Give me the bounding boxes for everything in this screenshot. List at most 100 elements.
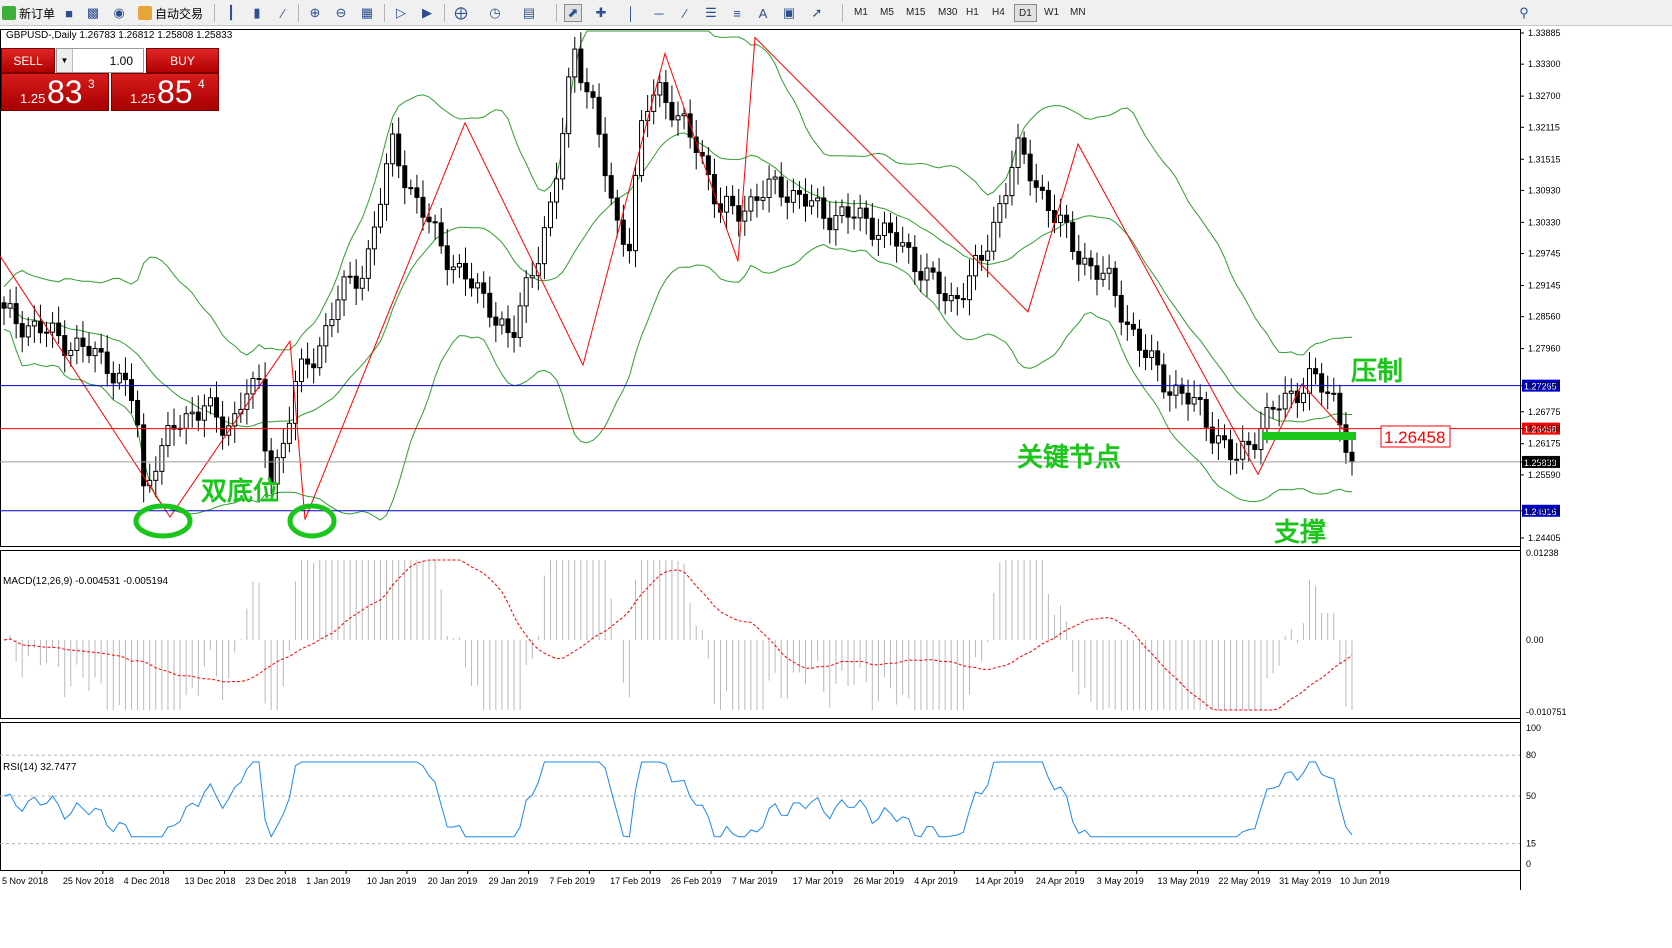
toolbar-separator [556,4,557,22]
timeframe-m5[interactable]: M5 [876,4,898,22]
candle-body [487,292,493,318]
trendline-icon[interactable]: ∕ [676,4,694,22]
auto-trading-button[interactable]: 自动交易 [138,3,203,23]
lot-size-field[interactable]: ▼ [56,48,144,73]
candle-body [13,303,19,325]
candle-body [724,195,730,213]
candle-body [1033,180,1039,188]
timeframe-h1[interactable]: H1 [962,4,983,22]
candle-body [754,196,760,201]
candle-body [930,267,936,273]
candle-body [1143,349,1149,359]
vertical-line-icon[interactable]: │ [622,4,640,22]
candle-body [821,197,827,219]
candle-body [1064,214,1070,223]
candle-body [1221,435,1227,441]
date-tick-label: 13 Dec 2018 [184,876,235,886]
folder-icon[interactable]: ■ [60,4,78,22]
candle-body [98,348,104,353]
candle-body [189,411,195,415]
candle-body [1094,265,1100,280]
toolbar-separator [298,4,299,22]
zoom-in-icon[interactable]: ⊕ [306,4,324,22]
timeframe-d1[interactable]: D1 [1014,4,1037,22]
bar-chart-icon[interactable]: ┃ [222,4,240,22]
timeframe-mn[interactable]: MN [1066,4,1090,22]
candle-body [347,275,353,278]
candle-body [1300,392,1306,404]
search-icon[interactable]: ⚲ [1515,4,1533,22]
macd-axis-label: -0.010751 [1526,707,1567,717]
new-order-icon [2,6,16,20]
price-chart[interactable]: 1.272651.264581.258331.24916 1.26458双底位压… [0,26,1672,948]
arrows-icon[interactable]: ➚ [808,4,826,22]
timeframe-m30[interactable]: M30 [934,4,961,22]
sell-price[interactable]: 1.25 83 3 [1,73,109,111]
date-tick-label: 10 Jan 2019 [367,876,417,886]
cursor-icon[interactable]: ⬈ [564,4,582,22]
lot-input[interactable] [73,53,133,68]
candle-body [469,278,475,289]
candle-body [845,206,851,218]
candle-body [766,178,772,199]
price-tick-label: 1.28560 [1528,312,1561,322]
channel-icon[interactable]: ☰ [702,4,720,22]
new-order-button[interactable]: 新订单 [2,3,55,23]
candle-body [1149,350,1155,359]
candle-body [1228,439,1234,460]
chart-shift-icon[interactable]: ▶ [418,4,436,22]
line-chart-icon[interactable]: ∕ [274,4,292,22]
candle-body [31,320,37,327]
toolbar-separator [842,4,843,22]
candle-body [432,221,438,224]
date-tick-label: 26 Mar 2019 [853,876,904,886]
timeframe-m15[interactable]: M15 [902,4,929,22]
crosshair-icon[interactable]: ✚ [592,4,610,22]
date-tick-label: 23 Dec 2018 [245,876,296,886]
navigator-icon[interactable]: ▩ [84,4,102,22]
toolbar-separator [444,4,445,22]
sell-button[interactable]: SELL [1,48,55,73]
candle-body [86,345,92,357]
buy-button[interactable]: BUY [146,48,219,73]
candle-body [44,331,50,334]
candle-body [1349,451,1355,463]
fibonacci-icon[interactable]: ≡ [728,4,746,22]
candle-body [869,217,875,240]
template-icon[interactable]: ▤ [520,4,538,22]
auto-scroll-icon[interactable]: ▷ [392,4,410,22]
timeframe-w1[interactable]: W1 [1040,4,1063,22]
candle-body [450,266,456,271]
horizontal-line-icon[interactable]: ─ [650,4,668,22]
candle-body [948,295,954,302]
candle-body [110,372,116,384]
candle-body [511,332,517,338]
candle-body [414,187,420,198]
date-tick-label: 13 May 2019 [1158,876,1210,886]
candle-body [1270,406,1276,410]
price-tick-label: 1.26775 [1528,407,1561,417]
text-label-icon[interactable]: ▣ [780,4,798,22]
text-icon[interactable]: A [754,4,772,22]
globe-icon[interactable]: ◉ [110,4,128,22]
candle-body [620,219,626,245]
candle-body [1,302,7,309]
candle-body [906,242,912,248]
zoom-out-icon[interactable]: ⊖ [332,4,350,22]
period-clock-icon[interactable]: ◷ [486,4,504,22]
indicators-icon[interactable]: ⨁ [452,4,470,22]
price-tick-label: 1.26175 [1528,439,1561,449]
buy-price[interactable]: 1.25 85 4 [111,73,219,111]
sell-price-prefix: 1.25 [20,91,46,106]
chevron-down-icon[interactable]: ▼ [57,49,73,72]
candle-body [596,96,602,135]
candle-body [736,205,742,222]
candlestick-icon[interactable]: ▮ [248,4,266,22]
candle-body [1197,397,1203,400]
timeframe-m1[interactable]: M1 [850,4,872,22]
candle-body [669,101,675,121]
candle-body [37,320,43,334]
timeframe-h4[interactable]: H4 [988,4,1009,22]
tile-windows-icon[interactable]: ▦ [358,4,376,22]
candle-body [608,175,614,199]
